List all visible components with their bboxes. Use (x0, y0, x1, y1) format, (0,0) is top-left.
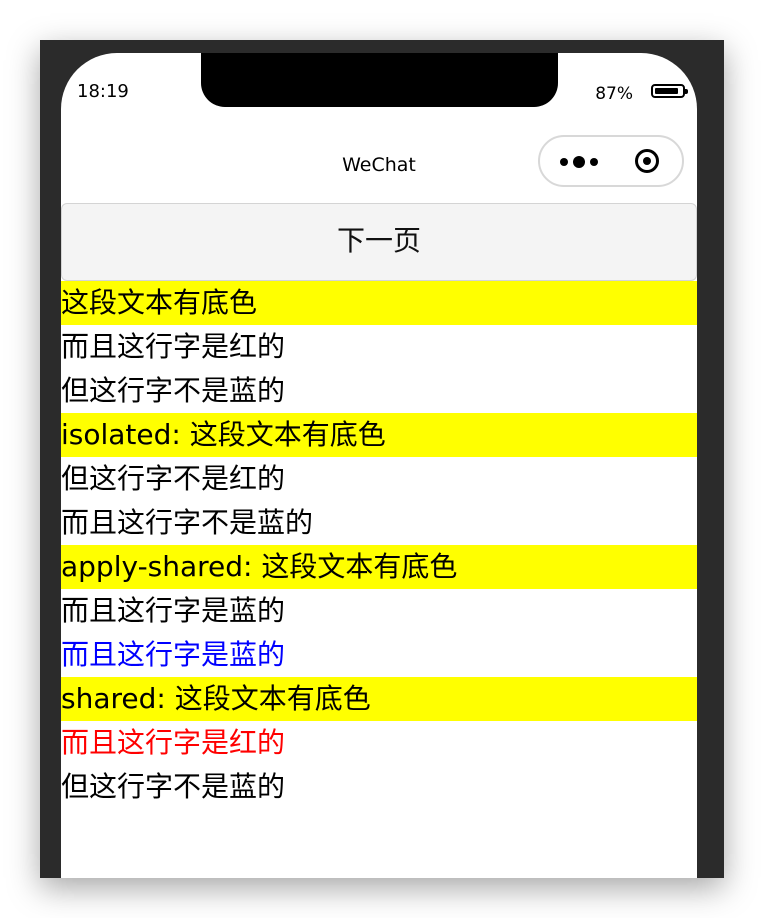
text-line: 但这行字不是蓝的 (61, 374, 286, 407)
text-lines: 这段文本有底色 而且这行字是红的 但这行字不是蓝的 isolated: 这段文本… (61, 281, 697, 809)
battery-fill (655, 88, 678, 94)
more-dots-icon[interactable] (560, 155, 600, 169)
text-line: 而且这行字是蓝的 (61, 594, 286, 627)
battery-percent: 87% (595, 84, 633, 104)
battery-icon (651, 84, 688, 98)
text-line: 但这行字不是红的 (61, 462, 286, 495)
device-notch (201, 53, 558, 107)
text-line: 这段文本有底色 (61, 281, 697, 325)
text-line: 而且这行字不是蓝的 (61, 506, 314, 539)
text-line: 而且这行字是蓝的 (61, 638, 286, 671)
text-line: 而且这行字是红的 (61, 330, 286, 363)
text-line: isolated: 这段文本有底色 (61, 413, 697, 457)
text-line: apply-shared: 这段文本有底色 (61, 545, 697, 589)
text-line: shared: 这段文本有底色 (61, 677, 697, 721)
miniprogram-capsule (538, 135, 684, 187)
target-circle-icon[interactable] (635, 149, 659, 173)
text-line: 但这行字不是蓝的 (61, 770, 286, 803)
text-line: 而且这行字是红的 (61, 726, 286, 759)
next-page-button[interactable]: 下一页 (61, 203, 697, 281)
status-time: 18:19 (77, 81, 129, 102)
phone-screen: 18:19 87% WeChat 下一页 这段文本有底色 而且这行字是红的 但这… (61, 53, 697, 878)
